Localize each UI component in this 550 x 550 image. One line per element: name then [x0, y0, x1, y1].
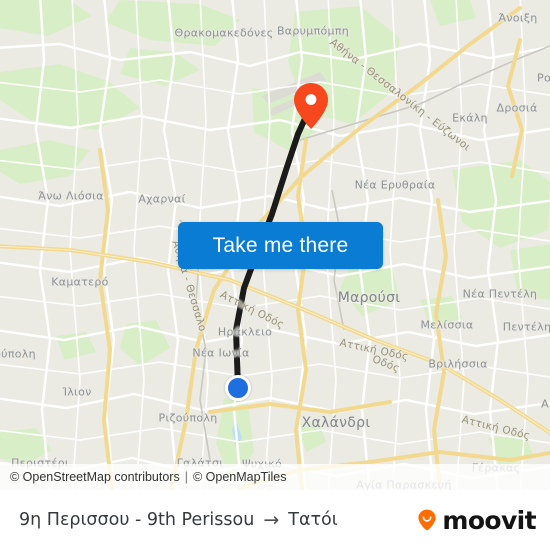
take-me-there-button[interactable]: Take me there	[178, 222, 383, 269]
arrow-right-icon: →	[263, 508, 280, 531]
attribution-separator: |	[184, 470, 188, 484]
map-road-label: Αττική Οδός	[460, 413, 532, 443]
trip-origin-label: 9η Περισσου - 9th Perissou	[19, 510, 255, 530]
map-canvas[interactable]: Θρακομακεδόνες Βαρυμπόμπη Άνοιξη Εκάλη Δροσι…	[0, 0, 550, 490]
map-attribution-bar: © OpenStreetMap contributors | © OpenMap…	[0, 464, 550, 490]
openmaptiles-attribution-link[interactable]: © OpenMapTiles	[193, 470, 287, 484]
moovit-pin-icon	[418, 509, 436, 531]
origin-dot-icon[interactable]	[225, 375, 251, 401]
map-road-label: Αθήνα - Θεσσαλονίκη - Εύζωνοι	[327, 36, 473, 154]
moovit-wordmark: moovit	[442, 505, 536, 535]
moovit-logo[interactable]: moovit	[414, 505, 537, 535]
osm-attribution-link[interactable]: © OpenStreetMap contributors	[10, 470, 180, 484]
trip-title: 9η Περισσου - 9th Perissou → Τατόι	[19, 510, 414, 530]
map-road-label: Αττική Οδός	[218, 288, 286, 332]
trip-footer: 9η Περισσου - 9th Perissou → Τατόι moovi…	[0, 490, 550, 550]
moovit-trip-share-card: Θρακομακεδόνες Βαρυμπόμπη Άνοιξη Εκάλη Δροσι…	[0, 0, 550, 550]
pin-glyph	[294, 83, 328, 129]
trip-destination-label: Τατόι	[288, 510, 338, 530]
destination-pin-icon[interactable]	[294, 83, 328, 129]
